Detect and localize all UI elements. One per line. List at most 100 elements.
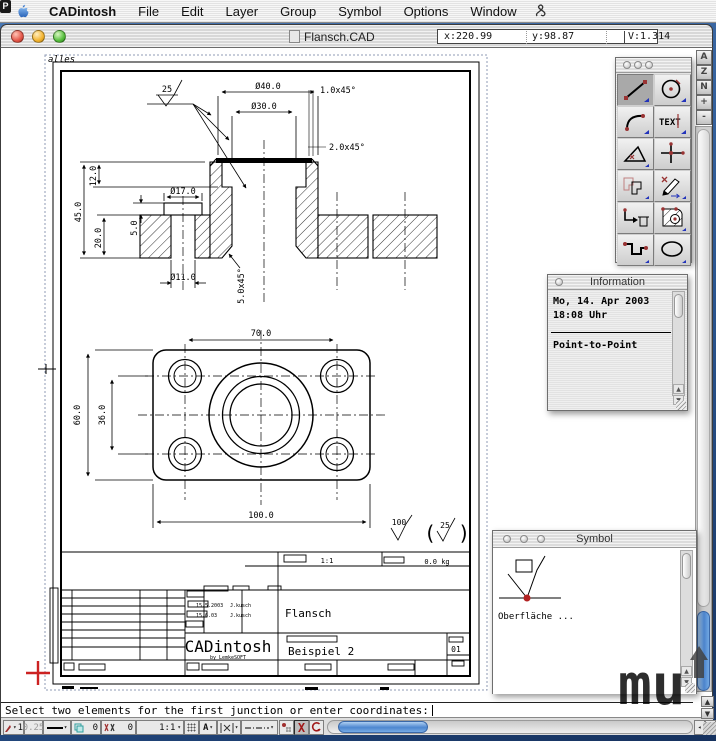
svg-text:25: 25: [162, 85, 172, 95]
zoom-out-button[interactable]: -: [696, 110, 712, 125]
edit-tool-button[interactable]: [654, 170, 691, 202]
info-resize-grip[interactable]: [676, 400, 686, 410]
pen-selector[interactable]: ▾1: [3, 720, 24, 735]
layer-selector[interactable]: 0: [71, 720, 101, 735]
palette-close-icon[interactable]: [623, 61, 631, 69]
grid-toggle[interactable]: [184, 720, 199, 735]
svg-text:Flansch: Flansch: [285, 607, 331, 620]
menu-item-window[interactable]: Window: [459, 4, 527, 19]
zoom-all-button[interactable]: A: [696, 50, 712, 65]
svg-text:J.kusch: J.kusch: [230, 613, 251, 619]
hatch-tool-icon: [656, 204, 689, 232]
menu-item-symbol[interactable]: Symbol: [327, 4, 392, 19]
title-block: [50, 552, 470, 676]
status-prompt: Select two elements for the first juncti…: [5, 704, 429, 717]
svg-text:36.0: 36.0: [98, 405, 108, 425]
symbol-item-label: Oberfläche ...: [498, 612, 574, 622]
scale-selector[interactable]: 1:1▾: [136, 720, 184, 735]
menu-item-cadintosh[interactable]: CADintosh: [38, 4, 127, 19]
svg-text:Ø40.0: Ø40.0: [255, 81, 281, 92]
symbol-scrollbar-thumb[interactable]: [682, 553, 691, 579]
scissors-menu-icon[interactable]: [534, 3, 548, 19]
zoom-in-button[interactable]: +: [696, 95, 712, 110]
snap-tool-button[interactable]: [654, 138, 691, 170]
section-view: [140, 158, 437, 258]
horizontal-scrollbar[interactable]: [327, 720, 693, 734]
menu-item-edit[interactable]: Edit: [170, 4, 214, 19]
font-selector[interactable]: A▾: [199, 720, 217, 735]
layers-icon: [74, 723, 84, 733]
info-date: Mo, 14. Apr 2003: [553, 296, 649, 307]
dimension-style-selector[interactable]: ▾: [217, 720, 241, 735]
tool-palette: TEXT: [615, 57, 692, 263]
watermark-logo: mu: [616, 646, 716, 712]
group-selector[interactable]: 0: [101, 720, 136, 735]
page-frames: [38, 55, 487, 690]
polyline-tool-icon: [619, 236, 652, 264]
snap-point-toggle[interactable]: [279, 720, 294, 735]
horizontal-scrollbar-thumb[interactable]: [338, 721, 428, 733]
palette-close-icon[interactable]: [555, 278, 563, 286]
info-divider: [551, 332, 671, 333]
line-width-field[interactable]: 0.25: [24, 720, 43, 735]
vertical-scrollbar-track-pill[interactable]: [697, 129, 710, 607]
svg-text:0.0 kg: 0.0 kg: [424, 558, 449, 566]
zoom-normal-button[interactable]: N: [696, 80, 712, 95]
window-resize-grip[interactable]: [703, 722, 716, 735]
close-button[interactable]: [11, 30, 24, 43]
coord-v: V:1.314: [628, 31, 670, 42]
menu-bar: CADintosh File Edit Layer Group Symbol O…: [0, 0, 716, 23]
copy-tool-button[interactable]: [617, 170, 654, 202]
circle-tool-button[interactable]: [654, 74, 691, 106]
surface-finish-symbol[interactable]: [495, 552, 575, 612]
polyline-tool-button[interactable]: [617, 234, 654, 266]
info-scrollbar[interactable]: [672, 291, 685, 396]
palette-minimize-icon[interactable]: [520, 535, 528, 543]
zoom-window-button[interactable]: Z: [696, 65, 712, 80]
palette-close-icon[interactable]: [503, 535, 511, 543]
palette-zoom-icon[interactable]: [537, 535, 545, 543]
menu-item-group[interactable]: Group: [269, 4, 327, 19]
edit-tool-icon: [656, 172, 689, 200]
minimize-button[interactable]: [32, 30, 45, 43]
svg-text:Beispiel 2: Beispiel 2: [288, 645, 354, 658]
menu-item-file[interactable]: File: [127, 4, 170, 19]
text-tool-button[interactable]: TEXT: [654, 106, 691, 138]
status-prompt-bar[interactable]: Select two elements for the first juncti…: [1, 702, 693, 717]
svg-text:15.5.2003: 15.5.2003: [196, 603, 223, 609]
menu-item-layer[interactable]: Layer: [215, 4, 270, 19]
rotate-icon: [311, 722, 322, 733]
arc-tool-button[interactable]: [617, 106, 654, 138]
hatch-tool-button[interactable]: [654, 202, 691, 234]
info-scrollbar-thumb[interactable]: [674, 294, 683, 318]
tool-palette-titlebar[interactable]: [616, 58, 691, 73]
delete-tool-button[interactable]: [617, 202, 654, 234]
apple-menu-icon[interactable]: [14, 2, 30, 20]
info-palette-titlebar[interactable]: Information: [548, 275, 687, 290]
info-palette-title: Information: [590, 276, 645, 288]
grid-icon: [187, 723, 196, 732]
title-block-texts: 1:1 0.0 kg 15.5.2003 J.kusch 15.6.03 J.k…: [185, 557, 461, 661]
menu-item-options[interactable]: Options: [393, 4, 460, 19]
delete-tool-icon: [619, 204, 652, 232]
line-tool-button[interactable]: [617, 74, 654, 106]
rotate-mode-button[interactable]: [309, 720, 324, 735]
line-style-selector[interactable]: ▾: [43, 720, 71, 735]
svg-text:Ø17.0: Ø17.0: [170, 186, 196, 197]
info-time: 18:08 Uhr: [553, 310, 607, 321]
svg-text:Ø30.0: Ø30.0: [251, 101, 277, 112]
snap-tool-icon: [656, 140, 689, 168]
ellipse-tool-button[interactable]: [654, 234, 691, 266]
plan-centerlines: [138, 330, 385, 505]
info-scroll-up[interactable]: ▲: [673, 384, 684, 394]
coord-x: x:220.99: [444, 31, 492, 42]
plan-dim-texts: 70.0 60.0 36.0 100.0 100 25 ( ): [73, 329, 470, 545]
symbol-palette-titlebar[interactable]: Symbol: [493, 531, 696, 548]
dashdot-style-selector[interactable]: ▾: [241, 720, 278, 735]
svg-text:60.0: 60.0: [73, 405, 83, 425]
delete-mode-button[interactable]: X: [294, 720, 309, 735]
angle-tool-button[interactable]: [617, 138, 654, 170]
circle-tool-icon: [656, 76, 689, 104]
ellipse-tool-icon: [656, 236, 689, 264]
zoom-button[interactable]: [53, 30, 66, 43]
